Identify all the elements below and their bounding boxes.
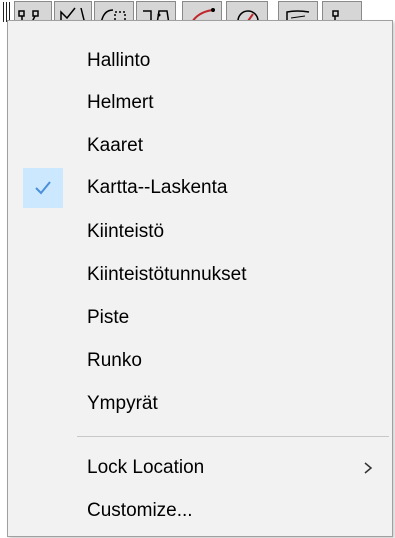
toolbar-context-menu: Hallinto Helmert Kaaret Kartta--Laskenta…	[7, 20, 393, 537]
menu-item-runko[interactable]: Runko	[9, 340, 391, 382]
menu-item-label: Hallinto	[87, 50, 151, 71]
menu-item-label: Kiinteistö	[87, 221, 165, 242]
chevron-right-icon	[364, 462, 373, 474]
menu-item-label: Kiinteistötunnukset	[87, 264, 247, 285]
menu-item-kiinteistotunnukset[interactable]: Kiinteistötunnukset	[9, 254, 391, 296]
menu-item-label: Customize...	[87, 500, 193, 521]
menu-item-kaaret[interactable]: Kaaret	[9, 125, 391, 167]
toolbar-grip[interactable]	[3, 2, 11, 22]
menu-item-hallinto[interactable]: Hallinto	[9, 40, 391, 82]
menu-separator	[77, 436, 389, 437]
menu-item-label: Runko	[87, 350, 142, 371]
menu-item-piste[interactable]: Piste	[9, 297, 391, 339]
menu-item-label: Lock Location	[87, 457, 205, 478]
menu-item-label: Piste	[87, 307, 130, 328]
menu-item-label: Helmert	[87, 92, 154, 113]
menu-item-kartta-laskenta[interactable]: Kartta--Laskenta	[9, 167, 391, 209]
menu-item-customize[interactable]: Customize...	[9, 490, 391, 532]
menu-item-ympyrat[interactable]: Ympyrät	[9, 383, 391, 425]
menu-item-label: Kaaret	[87, 135, 143, 156]
menu-item-kiinteisto[interactable]: Kiinteistö	[9, 211, 391, 253]
menu-item-label: Ympyrät	[87, 393, 158, 414]
checked-indicator	[23, 168, 63, 208]
menu-item-helmert[interactable]: Helmert	[9, 82, 391, 124]
menu-item-lock-location[interactable]: Lock Location	[9, 447, 391, 489]
checkmark-icon	[35, 181, 51, 195]
menu-item-label: Kartta--Laskenta	[87, 177, 228, 198]
